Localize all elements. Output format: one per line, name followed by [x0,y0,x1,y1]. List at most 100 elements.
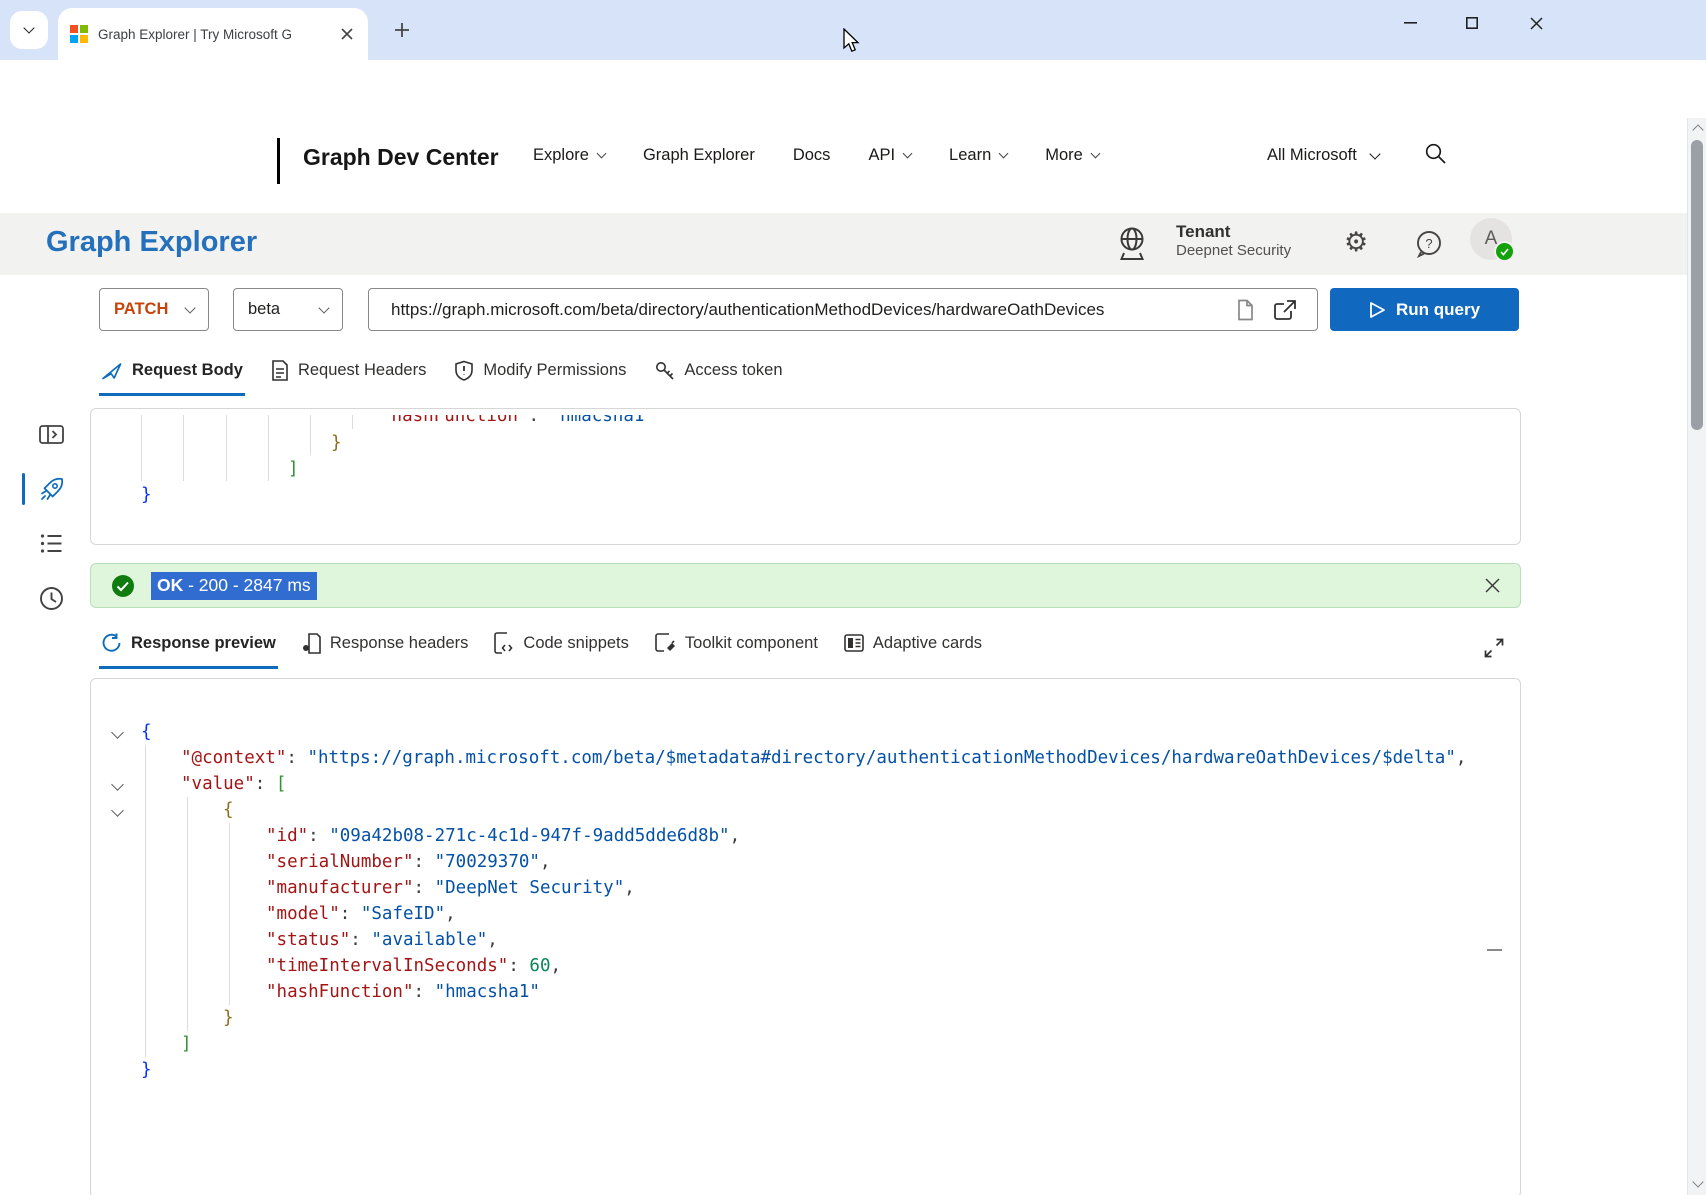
sidebar-toggle-button[interactable] [38,421,68,451]
browser-tab[interactable]: Graph Explorer | Try Microsoft G [58,8,368,60]
brand-divider [277,138,280,184]
code-line: "status": "available", [91,927,1520,953]
chevron-down-icon [318,302,329,313]
code-line: } [91,1057,1520,1083]
nav-item-docs[interactable]: Docs [793,146,831,165]
code-line: ] [91,1031,1520,1057]
chevron-down-icon [903,149,913,159]
tab-request-headers[interactable]: Request Headers [269,354,428,396]
code-snippets-icon [494,632,514,654]
page-title: Graph Explorer [46,226,257,259]
brand-title[interactable]: Graph Dev Center [303,144,499,171]
nav-item-learn[interactable]: Learn [949,146,1007,165]
page-scrollbar[interactable] [1687,118,1706,1195]
code-line: } [91,1005,1520,1031]
code-line: "hashFunction": "hmacsha1" [91,415,1520,430]
request-url-field [368,288,1318,331]
version-select[interactable]: beta [233,288,343,331]
chevron-down-icon [23,22,34,33]
status-bar: OK - 200 - 2847 ms [90,563,1521,608]
run-query-button[interactable]: Run query [1330,288,1519,331]
code-line: "model": "SafeID", [91,901,1520,927]
tenant-globe-icon [1114,225,1150,263]
nav-item-explore[interactable]: Explore [533,146,605,165]
tab-request-body[interactable]: Request Body [99,354,245,396]
code-line: "value": [ [91,771,1520,797]
nav-item-graph-explorer[interactable]: Graph Explorer [643,146,755,165]
browser-window: Graph Explorer | Try Microsoft G [0,0,1706,1195]
history-button[interactable] [38,585,68,615]
chevron-down-icon [1692,1176,1703,1187]
all-microsoft-menu[interactable]: All Microsoft [1267,146,1379,165]
active-rail-indicator [22,473,25,505]
share-icon [1273,299,1297,321]
status-badge [1494,241,1515,262]
key-icon [654,360,675,381]
new-tab-button[interactable] [390,18,414,42]
maximize-button[interactable] [1444,0,1500,46]
chevron-up-icon [1692,124,1703,135]
method-value: PATCH [114,300,168,319]
tab-response-preview[interactable]: Response preview [99,626,278,669]
graph-explorer-header: Graph Explorer Tenant Deepnet Security ⚙… [0,213,1687,275]
settings-button[interactable]: ⚙ [1344,229,1368,256]
tab-code-snippets[interactable]: Code snippets [492,626,631,669]
toolkit-icon [655,633,676,654]
tab-modify-permissions[interactable]: Modify Permissions [452,354,628,396]
scrollbar-thumb[interactable] [1691,140,1703,430]
tab-title: Graph Explorer | Try Microsoft G [98,27,330,42]
tenant-label: Tenant [1176,221,1291,242]
code-line: "timeIntervalInSeconds": 60, [91,953,1520,979]
tab-access-token[interactable]: Access token [652,354,784,396]
svg-text:?: ? [1425,236,1432,251]
method-select[interactable]: PATCH [99,288,209,331]
rocket-icon [38,475,66,503]
chevron-down-icon [184,302,195,313]
close-icon [1485,578,1500,593]
tab-adaptive-cards[interactable]: Adaptive cards [842,626,984,669]
help-button[interactable]: ? [1415,230,1443,258]
minimize-button[interactable] [1382,0,1438,46]
page-content: Graph Dev Center Explore Graph Explorer … [0,118,1687,1195]
scroll-down-button[interactable] [1692,1178,1703,1189]
fold-dash [1487,949,1502,951]
scroll-up-button[interactable] [1692,122,1703,133]
copy-request-button[interactable] [1235,299,1255,321]
expand-response-button[interactable] [1484,638,1504,658]
side-rail [0,275,90,1195]
chevron-down-icon [1090,149,1100,159]
request-url-input[interactable] [389,299,1227,321]
tab-toolkit-component[interactable]: Toolkit component [653,626,820,669]
close-icon [1530,17,1543,30]
send-icon [101,361,123,381]
nav-item-api[interactable]: API [868,146,911,165]
panel-toggle-icon [38,421,65,448]
code-line: "id": "09a42b08-271c-4c1d-947f-9add5dde6… [91,823,1520,849]
nav-item-more[interactable]: More [1045,146,1099,165]
request-body-editor[interactable]: "hashFunction": "hmacsha1"}]} [90,408,1521,545]
response-preview-viewer[interactable]: {"@context": "https://graph.microsoft.co… [90,678,1521,1195]
close-window-button[interactable] [1508,0,1564,46]
expand-icon [1484,638,1504,658]
help-icon: ? [1415,230,1443,258]
shield-icon [454,360,474,381]
code-line: "serialNumber": "70029370", [91,849,1520,875]
code-line: { [91,797,1520,823]
document-dot-icon [302,633,321,654]
tab-close-button[interactable] [338,25,356,43]
nav-search-button[interactable] [1424,142,1447,165]
code-line: "manufacturer": "DeepNet Security", [91,875,1520,901]
sample-queries-button[interactable] [38,475,68,505]
tab-response-headers[interactable]: Response headers [300,626,471,669]
tab-search-button[interactable] [10,11,48,49]
share-query-button[interactable] [1273,299,1297,321]
response-tabs: Response preview Response headers Code s… [99,626,984,669]
code-line: } [91,430,1520,456]
maximize-icon [1466,17,1478,29]
microsoft-logo-icon [70,25,88,43]
resources-button[interactable] [38,530,68,560]
status-detail: - 200 - 2847 ms [183,575,310,595]
adaptive-cards-icon [844,633,864,653]
status-close-button[interactable] [1485,578,1500,593]
account-avatar[interactable]: A [1470,218,1512,260]
